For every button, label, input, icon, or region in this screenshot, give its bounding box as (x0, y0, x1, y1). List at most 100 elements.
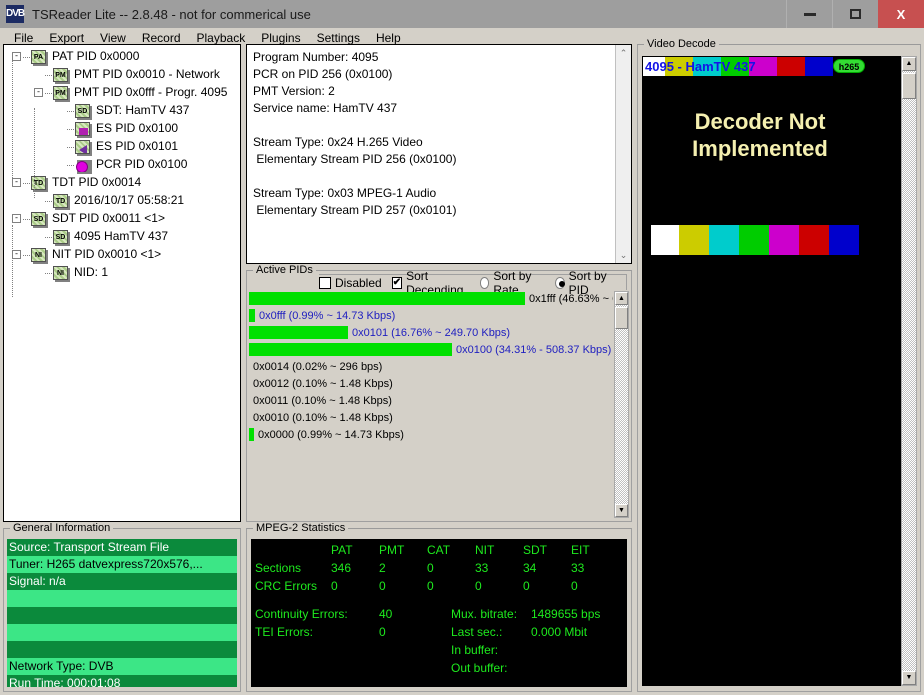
active-pids-scrollbar[interactable]: ▲ ▼ (614, 291, 629, 518)
title-bar: DVB TSReader Lite -- 2.8.48 - not for co… (0, 0, 924, 28)
video-scroll-down-icon[interactable]: ▼ (902, 671, 916, 685)
tree-node[interactable]: - PA PAT PID 0x0000 (4, 48, 240, 66)
stream-tree[interactable]: - PA PAT PID 0x0000 PM PMT PID 0x0010 - Netw… (3, 44, 241, 522)
codec-badge: h265 (833, 59, 865, 73)
program-info-text: Program Number: 4095 PCR on PID 256 (0x0… (253, 50, 457, 217)
pcr-circle (76, 161, 88, 172)
stats-right-label: Last sec.: (451, 625, 503, 639)
tree-connector (45, 75, 52, 76)
tree-node[interactable]: - PM PMT PID 0x0fff - Progr. 4095 (4, 84, 240, 102)
video-decode-surface: 4095 - HamTV 437 h265 Decoder Not Implem… (642, 56, 901, 686)
window-controls: X (786, 0, 924, 28)
stats-cell: 0 (331, 579, 338, 593)
tree-node[interactable]: NI NID: 1 (4, 264, 240, 282)
color-bar (679, 225, 709, 255)
decoder-message-line2: Implemented (692, 136, 828, 161)
pid-label: 0x1fff (46.63% ~ 694.57 Kbps) (529, 293, 613, 305)
pid-label: 0x0014 (0.02% ~ 296 bps) (253, 361, 383, 373)
tree-node[interactable]: ES PID 0x0100 (4, 120, 240, 138)
stats-left-label: Continuity Errors: (255, 607, 348, 621)
pid-row[interactable]: 0x0fff (0.99% ~ 14.73 Kbps) (249, 308, 613, 325)
stats-cell: 0 (427, 561, 434, 575)
tree-expander-icon[interactable]: - (12, 178, 21, 187)
pids-scroll-thumb[interactable] (615, 307, 628, 329)
pmt-icon: PM (53, 86, 68, 100)
sort-by-rate-radio[interactable] (479, 276, 490, 289)
tree-node[interactable]: ES PID 0x0101 (4, 138, 240, 156)
stats-row-label: CRC Errors (255, 579, 317, 593)
tree-node[interactable]: SD SDT: HamTV 437 (4, 102, 240, 120)
decoder-message-line1: Decoder Not (694, 109, 826, 134)
video-decode-scrollbar[interactable]: ▲ ▼ (901, 56, 917, 686)
disabled-checkbox[interactable] (319, 276, 331, 289)
pid-row[interactable]: 0x0012 (0.10% ~ 1.48 Kbps) (249, 376, 613, 393)
maximize-icon (850, 9, 861, 19)
tree-connector (23, 255, 30, 256)
stats-right-value: 1489655 bps (531, 607, 601, 621)
active-pids-controls: Disabled ✔ Sort Decending Sort by Rate S… (319, 269, 627, 297)
pid-row[interactable]: 0x0101 (16.76% ~ 249.70 Kbps) (249, 325, 613, 342)
sort-decending-checkbox[interactable]: ✔ (391, 276, 403, 289)
video-scroll-up-icon[interactable]: ▲ (902, 57, 916, 71)
tree-node[interactable]: PM PMT PID 0x0010 - Network (4, 66, 240, 84)
tree-node[interactable]: - SD SDT PID 0x0011 <1> (4, 210, 240, 228)
tree-connector (12, 225, 13, 297)
video-decode-legend: Video Decode (644, 38, 719, 50)
audio-es-icon (75, 140, 90, 154)
maximize-button[interactable] (832, 0, 878, 28)
pid-row[interactable]: 0x0014 (0.02% ~ 296 bps) (249, 359, 613, 376)
minimize-button[interactable] (786, 0, 832, 28)
pid-rate-bar (249, 292, 525, 305)
tree-node[interactable]: SD 4095 HamTV 437 (4, 228, 240, 246)
video-scroll-thumb[interactable] (902, 73, 916, 99)
tree-node[interactable]: - TD TDT PID 0x0014 (4, 174, 240, 192)
stats-cell: 2 (379, 561, 386, 575)
pcr-icon (75, 158, 90, 172)
tree-node-label: SDT PID 0x0011 <1> (52, 211, 165, 225)
tree-connector (45, 201, 52, 202)
stats-column-header: PMT (379, 543, 405, 557)
tree-expander-icon[interactable]: - (12, 250, 21, 259)
tree-node[interactable]: - NI NIT PID 0x0010 <1> (4, 246, 240, 264)
tree-node[interactable]: TD 2016/10/17 05:58:21 (4, 192, 240, 210)
stats-column-header: CAT (427, 543, 451, 557)
pid-label: 0x0011 (0.10% ~ 1.48 Kbps) (253, 395, 392, 407)
tree-connector (23, 57, 30, 58)
disabled-checkbox-group[interactable]: Disabled (319, 276, 382, 290)
scroll-down-icon[interactable]: ⌄ (616, 247, 631, 263)
program-info-scrollbar[interactable]: ⌃ ⌄ (615, 45, 631, 263)
tsreader-window: DVB TSReader Lite -- 2.8.48 - not for co… (0, 0, 924, 695)
tree-expander-icon[interactable]: - (34, 88, 43, 97)
tree-expander-icon[interactable]: - (12, 214, 21, 223)
pid-row[interactable]: 0x0000 (0.99% ~ 14.73 Kbps) (249, 427, 613, 444)
tree-node[interactable]: PCR PID 0x0100 (4, 156, 240, 174)
video-glyph (79, 128, 88, 135)
video-decode-panel: Video Decode 4095 - HamTV 437 h265 Decod… (637, 38, 921, 692)
dvb-app-icon: DVB (6, 5, 25, 23)
stats-cell: 34 (523, 561, 537, 575)
pid-label: 0x0100 (34.31% - 508.37 Kbps) (456, 344, 612, 356)
color-bar (739, 225, 769, 255)
mpeg2-statistics-legend: MPEG-2 Statistics (253, 522, 349, 534)
color-bar (709, 225, 739, 255)
stats-column-header: PAT (331, 543, 353, 557)
general-information-panel: General Information Source: Transport St… (3, 522, 241, 692)
color-bar (799, 225, 829, 255)
scroll-up-icon[interactable]: ⌃ (616, 45, 631, 61)
pids-scroll-down-icon[interactable]: ▼ (615, 504, 628, 517)
pid-row[interactable]: 0x0010 (0.10% ~ 1.48 Kbps) (249, 410, 613, 427)
pid-row[interactable]: 0x1fff (46.63% ~ 694.57 Kbps) (249, 291, 613, 308)
general-info-row (7, 590, 237, 607)
general-info-row (7, 641, 237, 658)
pat-icon: PA (31, 50, 46, 64)
tree-expander-icon[interactable]: - (12, 52, 21, 61)
close-button[interactable]: X (878, 0, 924, 28)
pid-row[interactable]: 0x0100 (34.31% - 508.37 Kbps) (249, 342, 613, 359)
video-decode-stage: Decoder Not Implemented (655, 76, 865, 220)
sort-by-pid-radio[interactable] (554, 276, 565, 289)
nit-icon: NI (31, 248, 46, 262)
stats-cell: 33 (475, 561, 489, 575)
pids-scroll-up-icon[interactable]: ▲ (615, 292, 628, 305)
pid-row[interactable]: 0x0011 (0.10% ~ 1.48 Kbps) (249, 393, 613, 410)
sdt-icon: SD (31, 212, 46, 226)
